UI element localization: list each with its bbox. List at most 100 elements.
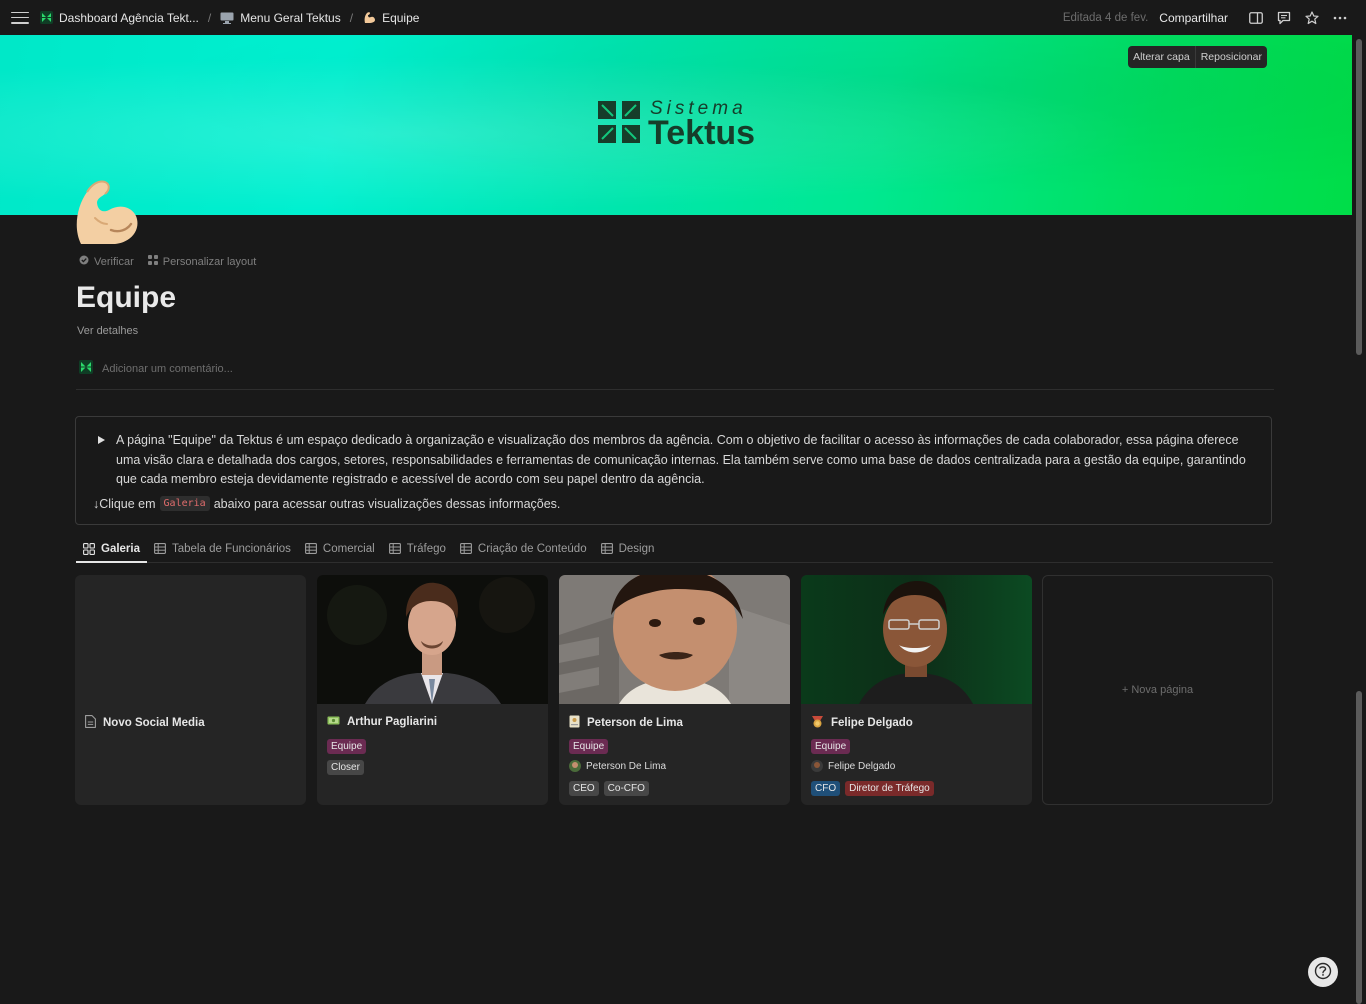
tag-role: Diretor de Tráfego [845,781,934,796]
intro-text: A página "Equipe" da Tektus é um espaço … [116,433,1246,486]
layout-grid-icon [147,255,158,268]
intro-toggle-block: A página "Equipe" da Tektus é um espaço … [75,416,1272,525]
gallery-card[interactable]: Arthur Pagliarini Equipe Closer [317,575,548,805]
tektus-logo-icon [39,11,53,25]
tab-criacao-conteudo[interactable]: Criação de Conteúdo [453,536,594,562]
breadcrumb-label: Dashboard Agência Tekt... [59,10,199,25]
badge-icon [569,715,580,731]
flexed-biceps-icon [362,11,376,25]
tektus-cover-logo: Sistema Tektus [596,99,755,150]
new-page-label: + Nova página [1121,684,1194,696]
member-photo [559,575,790,704]
tab-design[interactable]: Design [594,536,662,562]
verify-button[interactable]: Verificar [79,255,134,268]
more-options-icon[interactable] [1326,4,1354,32]
tektus-avatar-icon [79,360,93,377]
gallery-grid-icon [83,542,95,555]
customize-layout-button[interactable]: Personalizar layout [147,255,256,268]
favorite-star-icon[interactable] [1298,4,1326,32]
page-document-icon [85,715,96,731]
card-title: Peterson de Lima [569,715,683,731]
gallery-hint-suffix: abaixo para acessar outras visualizações… [213,496,561,511]
card-title-label: Arthur Pagliarini [347,716,438,728]
verify-label: Verificar [94,255,134,268]
top-bar: Dashboard Agência Tekt... / Menu Geral T… [0,0,1366,35]
help-button[interactable] [1308,957,1338,987]
tab-comercial[interactable]: Comercial [298,536,382,562]
tab-tabela-funcionarios[interactable]: Tabela de Funcionários [147,536,298,562]
menu-icon[interactable] [11,11,29,25]
view-details-link[interactable]: Ver detalhes [77,325,138,337]
flexed-biceps-page-icon[interactable] [75,178,141,246]
tab-label: Comercial [322,543,375,555]
role-tag-row: Closer [327,760,364,775]
gallery-card[interactable]: Felipe Delgado Equipe Felipe Delgado CFO… [801,575,1032,805]
page-title[interactable]: Equipe [76,281,176,315]
table-icon [388,543,401,555]
table-icon [459,543,472,555]
tag-role: CFO [811,781,841,796]
database-view-tabs: Galeria Tabela de Funcionários Comercial… [76,536,1273,563]
tab-trafego[interactable]: Tráfego [382,536,453,562]
reposition-button[interactable]: Reposicionar [1194,46,1267,68]
divider [76,389,1274,390]
person-property: Peterson De Lima [569,760,666,772]
tag-equipe: Equipe [569,739,609,754]
gallery-card[interactable]: Peterson de Lima Equipe Peterson De Lima… [559,575,790,805]
gallery-hint-prefix: ↓Clique em [93,496,156,511]
monitor-icon [220,11,234,25]
page-actions: Verificar Personalizar layout [79,255,256,268]
logo-big-text: Tektus [648,114,756,152]
share-button[interactable]: Compartilhar [1159,11,1228,25]
role-tag-row: CEO Co-CFO [569,781,649,796]
tag-role: CEO [569,781,599,796]
breadcrumb-separator: / [349,10,354,25]
change-cover-button[interactable]: Alterar capa [1128,46,1195,68]
tektus-logo-icon [598,101,640,143]
breadcrumb-menu-geral[interactable]: Menu Geral Tektus [220,11,341,25]
side-panel-icon[interactable] [1242,4,1270,32]
new-page-card[interactable]: + Nova página [1042,575,1273,805]
member-photo [801,575,1032,704]
tab-label: Design [618,543,655,555]
breadcrumb-equipe[interactable]: Equipe [362,11,419,25]
tag-role: Co-CFO [603,781,649,796]
tag-equipe: Equipe [811,739,851,754]
card-title: Felipe Delgado [811,715,913,731]
table-icon [600,543,613,555]
table-icon [154,543,166,555]
logo-text: Sistema Tektus [648,99,755,150]
scrollbar[interactable] [1352,35,1366,1004]
person-property: Felipe Delgado [811,760,895,772]
verified-check-icon [79,255,89,268]
page-cover: Alterar capa Reposicionar Sistema Tektus [0,35,1352,215]
card-title-label: Felipe Delgado [831,717,913,729]
gallery-card[interactable]: Novo Social Media [75,575,306,805]
notion-ai-icon [1314,962,1332,983]
gallery-inline-code: Galeria [159,496,210,511]
card-title: Arthur Pagliarini [327,715,437,729]
user-avatar [569,760,581,772]
scrollbar-thumb[interactable] [1356,39,1362,355]
comment-input[interactable]: Adicionar um comentário... [79,360,233,377]
tab-galeria[interactable]: Galeria [76,536,147,563]
breadcrumb-label: Menu Geral Tektus [240,10,341,25]
scrollbar-thumb[interactable] [1356,691,1362,1004]
top-bar-actions: Editada 4 de fev. Compartilhar [1063,0,1354,35]
tag-row: Equipe [569,739,609,754]
cover-controls: Alterar capa Reposicionar [1128,46,1267,68]
toggle-arrow-icon[interactable] [98,436,105,444]
tag-role: Closer [327,760,364,775]
tab-label: Galeria [101,542,140,555]
comments-icon[interactable] [1270,4,1298,32]
person-name: Felipe Delgado [828,760,896,772]
tag-row: Equipe [327,739,367,754]
comment-placeholder: Adicionar um comentário... [102,362,233,375]
tab-label: Criação de Conteúdo [477,543,587,555]
tag-equipe: Equipe [327,739,367,754]
person-name: Peterson De Lima [586,760,667,772]
breadcrumb-label: Equipe [382,10,420,25]
breadcrumb-dashboard[interactable]: Dashboard Agência Tekt... [39,11,199,25]
edited-timestamp: Editada 4 de fev. [1062,11,1149,24]
user-avatar [811,760,823,772]
